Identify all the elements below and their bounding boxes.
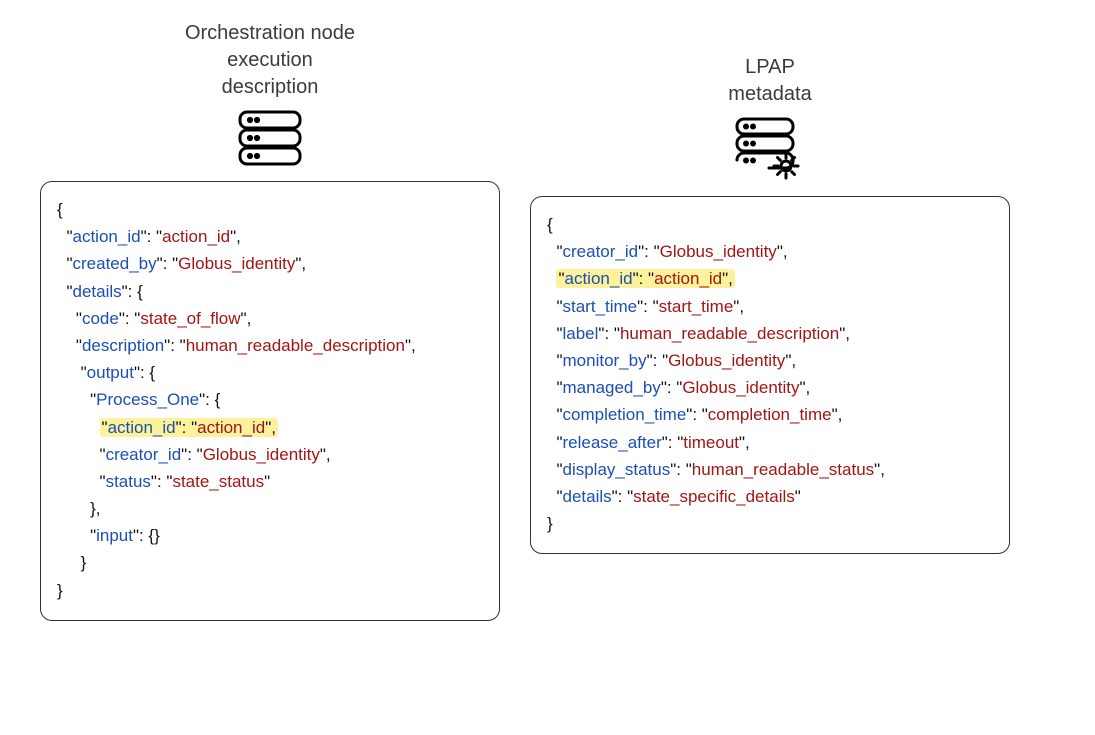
highlighted-action-id: "action_id": "action_id", <box>556 269 734 288</box>
json-key: status <box>106 472 151 491</box>
json-value: action_id <box>654 269 722 288</box>
json-key: managed_by <box>563 378 661 397</box>
json-value: human_readable_status <box>692 460 874 479</box>
json-key: code <box>82 309 119 328</box>
highlighted-action-id: "action_id": "action_id", <box>100 418 278 437</box>
json-value: action_id <box>197 418 265 437</box>
json-value: Globus_identity <box>178 254 295 273</box>
server-icon <box>237 109 303 167</box>
json-value: action_id <box>162 227 230 246</box>
json-value: state_specific_details <box>633 487 795 506</box>
json-value: completion_time <box>708 405 832 424</box>
json-value: Globus_identity <box>682 378 799 397</box>
json-key: monitor_by <box>563 351 647 370</box>
json-key: release_after <box>563 433 662 452</box>
lpap-panel: LPAP metadata <box>530 20 1010 554</box>
orchestration-json-box: { "action_id": "action_id", "created_by"… <box>40 181 500 621</box>
json-value: Globus_identity <box>668 351 785 370</box>
json-key: details <box>563 487 612 506</box>
json-key: action_id <box>73 227 141 246</box>
json-value: state_of_flow <box>140 309 240 328</box>
json-key: action_id <box>565 269 633 288</box>
json-key: details <box>73 282 122 301</box>
json-value: timeout <box>683 433 739 452</box>
json-key: creator_id <box>563 242 639 261</box>
lpap-title: LPAP metadata <box>728 54 811 108</box>
json-value: human_readable_description <box>186 336 405 355</box>
orchestration-title: Orchestration node execution description <box>185 20 355 101</box>
json-key: action_id <box>108 418 176 437</box>
title-line: LPAP <box>745 56 795 78</box>
json-key: label <box>563 324 599 343</box>
json-value: start_time <box>659 297 734 316</box>
lpap-json-box: { "creator_id": "Globus_identity", "acti… <box>530 196 1010 554</box>
json-value: human_readable_description <box>620 324 839 343</box>
json-key: creator_id <box>106 445 182 464</box>
json-key: input <box>96 526 133 545</box>
json-value: state_status <box>172 472 264 491</box>
title-line: metadata <box>728 83 811 105</box>
diagram-container: Orchestration node execution description <box>40 20 1055 621</box>
json-key: output <box>87 363 134 382</box>
json-key: start_time <box>563 297 638 316</box>
json-key: Process_One <box>96 390 199 409</box>
title-line: description <box>222 76 319 98</box>
title-line: Orchestration node <box>185 22 355 44</box>
title-line: execution <box>227 49 313 71</box>
json-key: completion_time <box>563 405 687 424</box>
json-key: description <box>82 336 164 355</box>
json-value: Globus_identity <box>660 242 777 261</box>
json-key: display_status <box>563 460 671 479</box>
json-key: created_by <box>73 254 157 273</box>
orchestration-panel: Orchestration node execution description <box>40 20 500 621</box>
json-value: Globus_identity <box>203 445 320 464</box>
server-gear-icon <box>734 116 806 182</box>
